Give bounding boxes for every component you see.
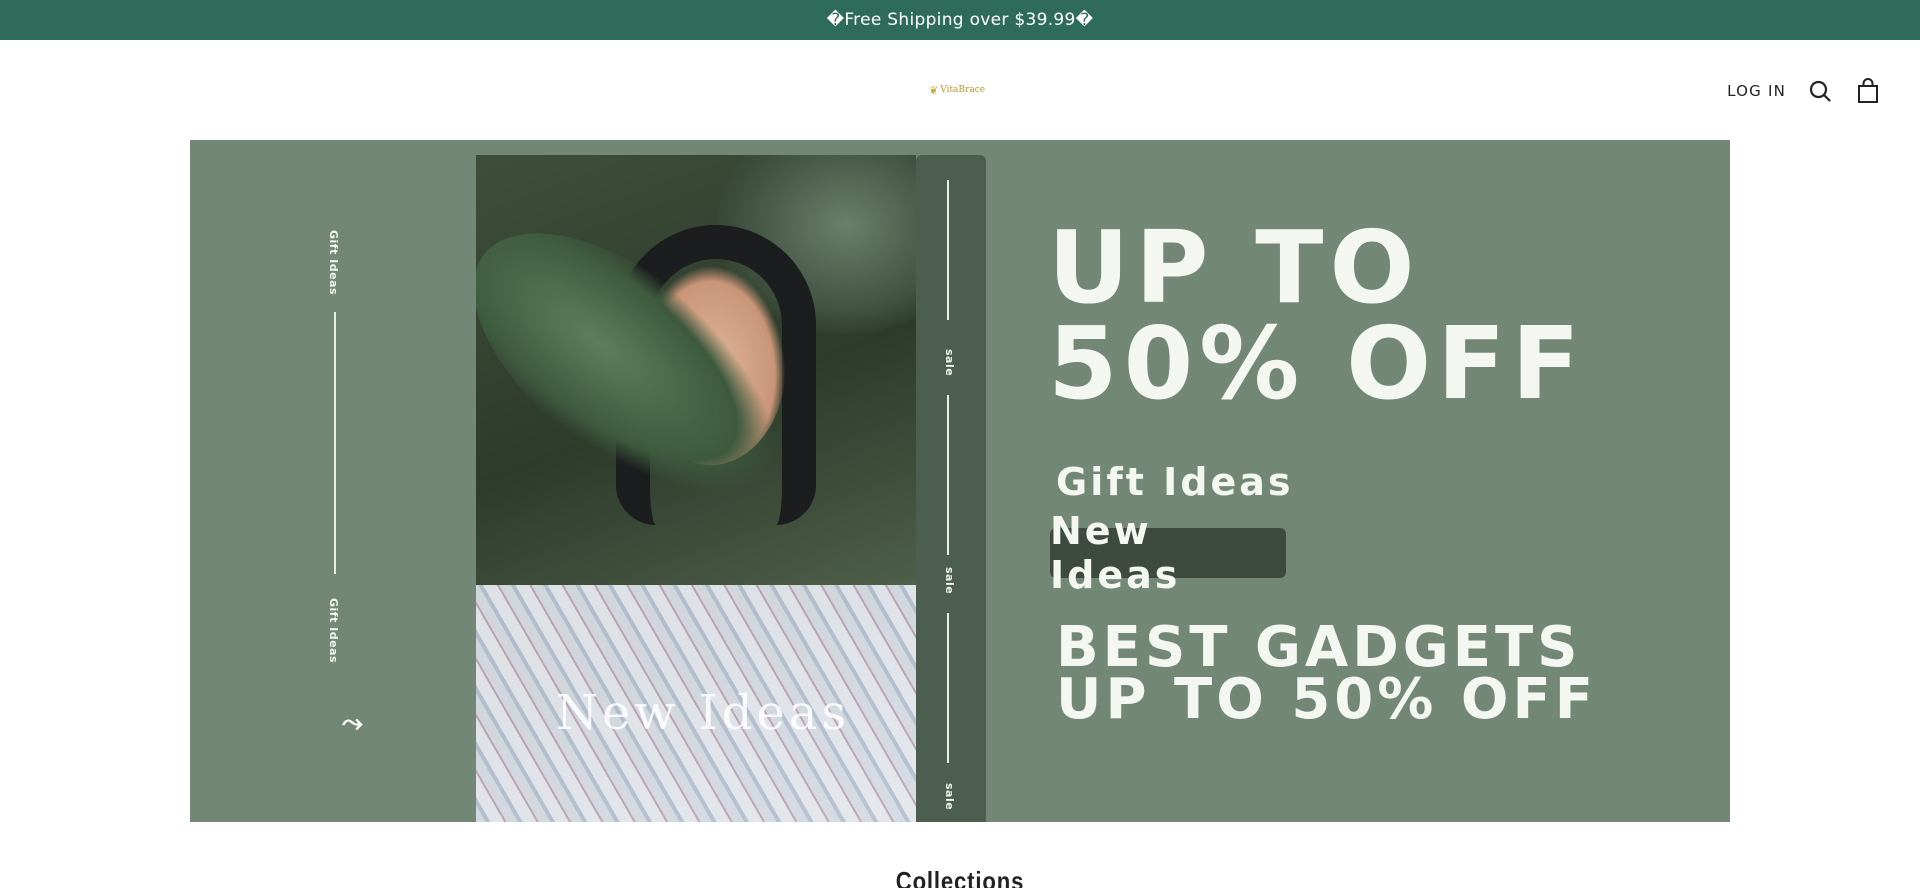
hero-photo: New Ideas — [476, 155, 916, 822]
side-label-top: Gift Ideas — [327, 230, 340, 296]
logo-text: VitaBrace — [940, 85, 986, 95]
side-divider — [334, 312, 336, 574]
new-ideas-button[interactable]: New Ideas — [1050, 509, 1286, 597]
strip-line — [947, 395, 949, 555]
strip-label: sale — [943, 783, 956, 811]
shopping-bag-icon[interactable] — [1854, 77, 1882, 105]
collections-heading: Collections — [895, 866, 1025, 888]
headline-line-2: 50% OFF — [1048, 305, 1586, 422]
strip-line — [947, 613, 949, 763]
photo-caption: New Ideas — [556, 685, 851, 741]
hero-headline: UP TO 50% OFF — [1048, 209, 1668, 422]
wavy-arrow-icon: ⤳ — [342, 708, 363, 738]
strip-label: sale — [943, 567, 956, 595]
strip-label: sale — [943, 349, 956, 377]
logo-leaf-icon: ❦ — [929, 83, 939, 97]
gadgets-promo: BEST GADGETS UP TO 50% OFF — [1056, 620, 1616, 732]
login-link[interactable]: LOG IN — [1727, 82, 1786, 100]
strip-line — [947, 180, 949, 320]
announcement-text: �Free Shipping over $39.99� — [826, 10, 1094, 30]
side-label-bottom: Gift Ideas — [327, 598, 340, 664]
header-actions: LOG IN — [1727, 76, 1882, 106]
gift-ideas-text: Gift Ideas — [1056, 460, 1294, 504]
hero-side-decoration: Gift Ideas Gift Ideas — [315, 220, 355, 740]
headline-line-1: UP TO — [1048, 209, 1421, 326]
announcement-bar: �Free Shipping over $39.99� — [0, 0, 1920, 40]
sale-strip: sale sale sale — [916, 155, 986, 822]
hero-banner[interactable]: Gift Ideas Gift Ideas ⤳ New Ideas sale s… — [190, 140, 1730, 822]
site-header: ❦ VitaBrace LOG IN — [0, 40, 1920, 140]
store-logo[interactable]: ❦ VitaBrace — [929, 82, 989, 98]
search-icon[interactable] — [1806, 77, 1834, 105]
gadgets-line-2: UP TO 50% OFF — [1056, 667, 1597, 732]
